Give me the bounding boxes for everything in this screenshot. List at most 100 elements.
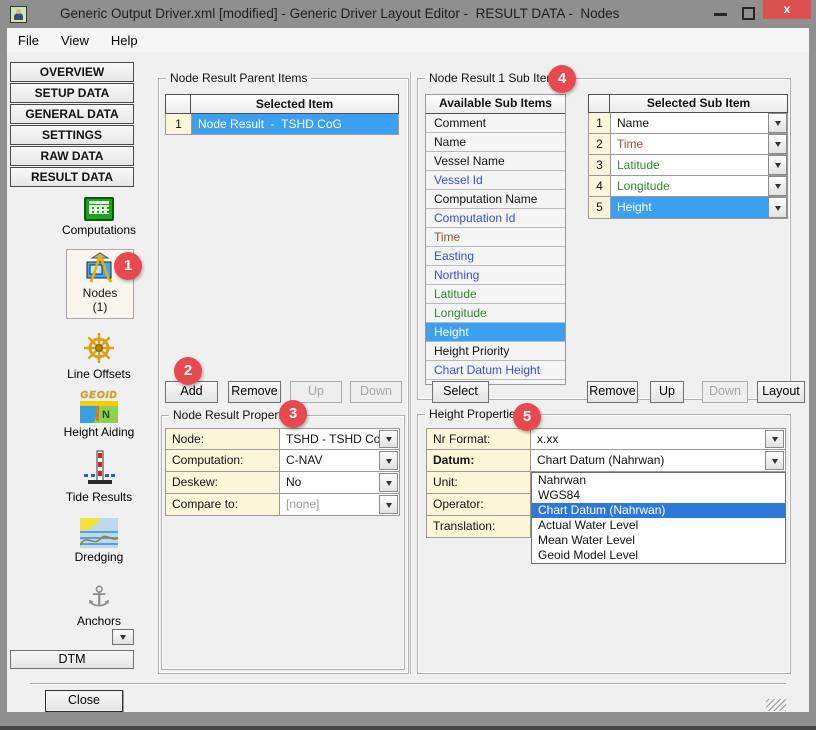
chevron-down-icon[interactable] — [768, 134, 787, 154]
dropdown-option[interactable]: WGS84 — [532, 488, 785, 503]
up-sub-button[interactable]: Up — [650, 381, 684, 403]
chevron-down-icon[interactable] — [379, 495, 398, 514]
sidebar-scroll-down-button[interactable] — [112, 629, 134, 645]
list-item[interactable]: Time — [426, 228, 565, 247]
remove-parent-button[interactable]: Remove — [228, 381, 281, 403]
sidebar-item-label: Tide Results — [40, 490, 158, 504]
chevron-down-icon[interactable] — [379, 430, 398, 448]
deskew-select[interactable]: No — [280, 472, 400, 494]
sidebar-item-tide-results[interactable]: Tide Results — [40, 450, 158, 504]
list-item[interactable]: Longitude — [426, 304, 565, 323]
datum-label: Datum: — [426, 450, 531, 472]
sidebar-item-anchors[interactable]: ⚓ Anchors — [40, 582, 158, 628]
list-item[interactable]: Height Priority — [426, 342, 565, 361]
table-row-selected[interactable]: 5 Height — [589, 197, 787, 218]
sub-item-value[interactable]: Height — [611, 197, 768, 218]
close-window-button[interactable]: x — [763, 0, 811, 19]
chevron-down-icon[interactable] — [379, 451, 398, 470]
node-select[interactable]: TSHD - TSHD CoG — [280, 428, 400, 450]
list-item[interactable]: Chart Datum Height — [426, 361, 565, 380]
chevron-down-icon[interactable] — [768, 176, 787, 196]
chevron-down-icon[interactable] — [379, 473, 398, 492]
list-item[interactable]: Northing — [426, 266, 565, 285]
datum-select[interactable]: Chart Datum (Nahrwan) — [531, 450, 786, 472]
panel-divider — [410, 72, 412, 674]
sub-item-value[interactable]: Name — [611, 113, 768, 133]
compare-to-select[interactable]: [none] — [280, 494, 400, 516]
sidebar-section-raw-data[interactable]: RAW DATA — [10, 146, 134, 166]
sidebar-item-label: Anchors — [40, 614, 158, 628]
parent-item-value[interactable]: Node Result - TSHD CoG — [192, 114, 398, 134]
minimize-button[interactable] — [714, 13, 727, 16]
table-row[interactable]: 2 Time — [589, 134, 787, 155]
sub-item-value[interactable]: Time — [611, 134, 768, 154]
list-item[interactable]: Vessel Name — [426, 152, 565, 171]
chevron-down-icon[interactable] — [768, 197, 787, 218]
remove-sub-button[interactable]: Remove — [587, 381, 638, 403]
close-button[interactable]: Close — [45, 690, 123, 712]
parent-items-table: Selected Item 1 Node Result - TSHD CoG — [165, 94, 399, 135]
computation-select[interactable]: C-NAV — [280, 450, 400, 472]
window-title: Generic Output Driver.xml [modified] - G… — [60, 0, 619, 28]
dropdown-option[interactable]: Mean Water Level — [532, 533, 785, 548]
nr-format-select[interactable]: x.xx — [531, 428, 786, 450]
sidebar-item-line-offsets[interactable]: Line Offsets — [40, 331, 158, 381]
property-row: Datum: Chart Datum (Nahrwan) — [426, 450, 786, 472]
sidebar-section-setup-data[interactable]: SETUP DATA — [10, 83, 134, 103]
list-item[interactable]: Computation Id — [426, 209, 565, 228]
property-row: Deskew: No — [165, 472, 400, 494]
chevron-down-icon[interactable] — [768, 155, 787, 175]
sidebar-item-computations[interactable]: Computations — [40, 197, 158, 237]
down-parent-button[interactable]: Down — [350, 381, 402, 403]
list-item[interactable]: Computation Name — [426, 190, 565, 209]
selected-item-header: Selected Item — [191, 94, 399, 114]
sidebar-item-dredging[interactable]: Dredging — [40, 518, 158, 564]
node-label: Node: — [165, 428, 280, 450]
list-item[interactable]: Vessel Id — [426, 171, 565, 190]
sidebar-item-label: Computations — [40, 223, 158, 237]
sidebar-item-height-aiding[interactable]: GEOID N Height Aiding — [40, 390, 158, 439]
chevron-down-icon[interactable] — [765, 451, 784, 470]
list-item[interactable]: Name — [426, 133, 565, 152]
select-button[interactable]: Select — [432, 381, 489, 403]
down-sub-button[interactable]: Down — [702, 381, 748, 403]
sidebar-item-label: Line Offsets — [40, 367, 158, 381]
property-row: Computation: C-NAV — [165, 450, 400, 472]
layout-button[interactable]: Layout — [757, 381, 805, 403]
dropdown-option[interactable]: Nahrwan — [532, 473, 785, 488]
sidebar-section-general-data[interactable]: GENERAL DATA — [10, 104, 134, 124]
table-row[interactable]: 4 Longitude — [589, 176, 787, 197]
chevron-down-icon[interactable] — [768, 113, 787, 133]
up-parent-button[interactable]: Up — [290, 381, 342, 403]
table-row[interactable]: 3 Latitude — [589, 155, 787, 176]
menu-view[interactable]: View — [50, 33, 100, 48]
resize-grip[interactable] — [766, 699, 786, 711]
sidebar-section-settings[interactable]: SETTINGS — [10, 125, 134, 145]
calculator-icon — [40, 197, 158, 221]
chevron-down-icon[interactable] — [765, 430, 784, 448]
row-number: 3 — [589, 155, 611, 175]
list-item[interactable]: Comment — [426, 114, 565, 133]
table-row[interactable]: 1 Name — [589, 113, 787, 134]
dropdown-option-selected[interactable]: Chart Datum (Nahrwan) — [532, 503, 785, 518]
app-icon — [10, 6, 27, 23]
compare-to-label: Compare to: — [165, 494, 280, 516]
dropdown-option[interactable]: Actual Water Level — [532, 518, 785, 533]
svg-text:N: N — [102, 409, 110, 421]
sidebar-section-result-data[interactable]: RESULT DATA — [10, 167, 134, 187]
list-item[interactable]: Latitude — [426, 285, 565, 304]
sub-item-value[interactable]: Latitude — [611, 155, 768, 175]
sidebar-section-dtm[interactable]: DTM — [10, 650, 134, 669]
menu-file[interactable]: File — [7, 33, 50, 48]
node-properties-grid: Node: TSHD - TSHD CoG Computation: C-NAV… — [165, 428, 400, 516]
selected-sub-item-table: Selected Sub Item 1 Name 2 Time 3 Latitu… — [588, 94, 788, 219]
sub-item-value[interactable]: Longitude — [611, 176, 768, 196]
table-row[interactable]: 1 Node Result - TSHD CoG — [165, 114, 399, 135]
dredging-icon — [40, 518, 158, 548]
sidebar-section-overview[interactable]: OVERVIEW — [10, 62, 134, 82]
list-item[interactable]: Easting — [426, 247, 565, 266]
maximize-button[interactable] — [742, 7, 755, 20]
dropdown-option[interactable]: Geoid Model Level — [532, 548, 785, 563]
list-item-selected[interactable]: Height — [426, 323, 565, 342]
menu-help[interactable]: Help — [100, 33, 149, 48]
